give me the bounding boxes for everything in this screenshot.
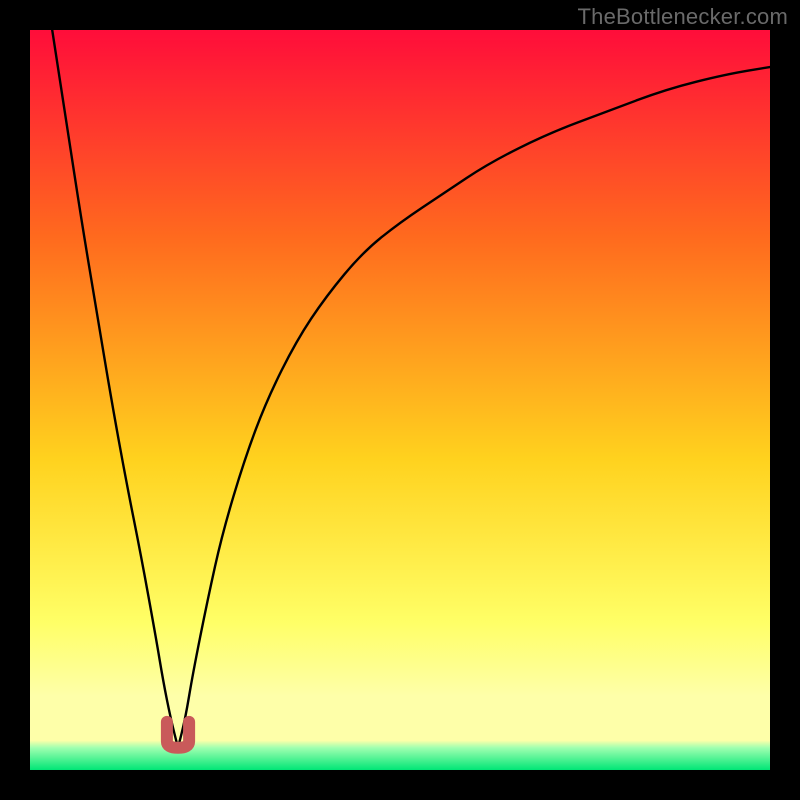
chart-frame — [30, 30, 770, 770]
attribution-text: TheBottlenecker.com — [578, 4, 788, 30]
gradient-background — [30, 30, 770, 770]
bottleneck-chart — [30, 30, 770, 770]
